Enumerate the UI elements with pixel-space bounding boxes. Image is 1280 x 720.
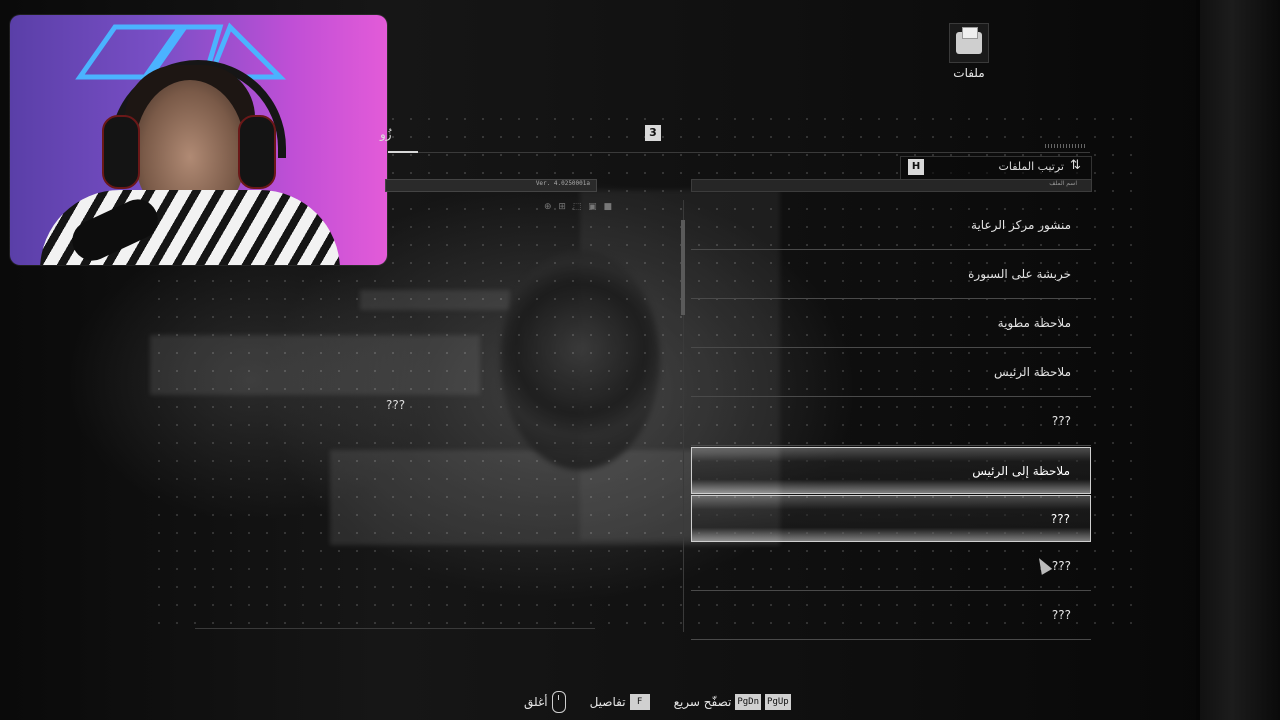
tab-count-badge: 3 — [645, 125, 661, 141]
tab-divider — [418, 152, 1090, 153]
version-text: Ver. 4.0250001a — [535, 180, 590, 187]
list-scrollbar[interactable] — [681, 220, 685, 315]
control-hints: PgUp PgDn تصفّح سريع F تفاصيل أغلق — [500, 690, 791, 714]
file-list-item[interactable]: منشور مركز الرعاية — [691, 202, 1091, 250]
file-list-item[interactable]: خربشة على السبورة — [691, 251, 1091, 299]
f-key: F — [629, 694, 650, 710]
frame-edge-right — [1200, 0, 1280, 720]
sort-label: ترتيب الملفات — [998, 160, 1065, 173]
file-list-item[interactable]: ??? — [691, 398, 1091, 446]
list-header-label: اسم الملف — [1049, 180, 1077, 187]
quick-browse-label: تصفّح سريع — [673, 695, 732, 709]
pgdn-key: PgDn — [735, 694, 762, 710]
quick-browse-hint[interactable]: PgUp PgDn تصفّح سريع — [668, 694, 791, 710]
headphone-right — [238, 115, 276, 189]
file-list-item[interactable]: ملاحظة إلى الرئيس — [691, 447, 1091, 494]
file-list-item[interactable]: ??? — [691, 543, 1091, 591]
viewer-tool-icons[interactable]: ⊕ ⊞ ⬚ ▣ ■ — [544, 202, 614, 212]
file-detail-text: ??? — [386, 398, 406, 412]
close-label: أغلق — [524, 695, 548, 709]
sort-hotkey: H — [908, 159, 924, 175]
sort-icon: ⇅ — [1070, 158, 1081, 173]
files-tab-button[interactable] — [949, 23, 989, 63]
webcam-overlay — [10, 15, 387, 265]
details-hint[interactable]: F تفاصيل — [584, 694, 650, 710]
files-tab-label: ملفات — [953, 66, 985, 80]
file-list: منشور مركز الرعاية خربشة على السبورة ملاحظ… — [691, 202, 1091, 641]
category-tab[interactable]: زُو — [380, 127, 392, 141]
pgup-key: PgUp — [765, 694, 791, 710]
tab-underline — [388, 151, 418, 153]
file-list-item[interactable]: ملاحظة الرئيس — [691, 349, 1091, 397]
details-label: تفاصيل — [589, 695, 626, 709]
file-list-item[interactable]: ??? — [691, 495, 1091, 542]
detail-panel-bottom-line — [195, 628, 595, 629]
mouse-icon — [551, 691, 566, 713]
list-header: اسم الملف — [691, 179, 1092, 192]
file-list-item[interactable]: ??? — [691, 592, 1091, 640]
decorative-ticks — [1045, 144, 1085, 148]
folder-icon — [956, 27, 982, 54]
headphone-left — [102, 115, 140, 189]
close-hint[interactable]: أغلق — [518, 691, 566, 713]
file-list-item[interactable]: ملاحظة مطوية — [691, 300, 1091, 348]
